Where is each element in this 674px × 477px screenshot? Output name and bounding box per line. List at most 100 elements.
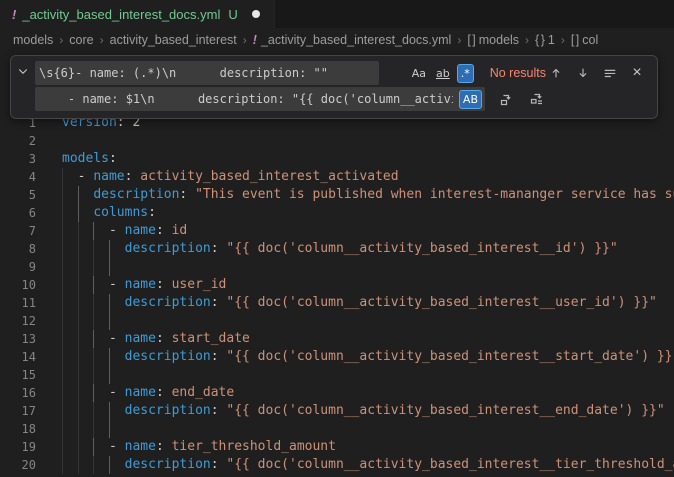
token-punct: :: [156, 223, 172, 238]
replace-all-button[interactable]: [527, 89, 547, 109]
symbol-kind-icon: [ ]: [571, 33, 578, 47]
replace-input-wrap: AB: [35, 87, 485, 111]
whole-word-toggle[interactable]: ab: [433, 65, 453, 82]
token-key: name: [125, 331, 156, 346]
breadcrumb-item[interactable]: { }1: [535, 33, 555, 47]
breadcrumb-label: 1: [548, 33, 555, 47]
line-content[interactable]: description: "{{ doc('column__activity_b…: [36, 402, 674, 420]
line-content[interactable]: - name: end_date: [36, 384, 674, 402]
line-number: 4: [0, 168, 36, 186]
line-number: 6: [0, 204, 36, 222]
breadcrumb-item[interactable]: activity_based_interest: [110, 33, 237, 47]
indent-guide: [62, 420, 63, 438]
unsaved-dot-icon[interactable]: [252, 10, 260, 18]
indent-guide: [109, 402, 110, 420]
indent-guide: [62, 402, 63, 420]
code-line[interactable]: 8 description: "{{ doc('column__activity…: [0, 240, 674, 258]
line-content[interactable]: description: "This event is published wh…: [36, 186, 674, 204]
line-content[interactable]: [36, 312, 674, 330]
code-line[interactable]: 3models:: [0, 150, 674, 168]
token-str: "{{ doc('column__activity_based_interest…: [226, 349, 674, 364]
find-input-wrap: [35, 61, 379, 85]
find-nav-buttons: ×: [546, 63, 647, 83]
line-content[interactable]: [36, 420, 674, 438]
replace-icon: [499, 91, 515, 107]
line-content[interactable]: - name: id: [36, 222, 674, 240]
error-indicator: !: [253, 33, 257, 47]
line-content[interactable]: - name: start_date: [36, 330, 674, 348]
line-number: 3: [0, 150, 36, 168]
code-line[interactable]: 20 description: "{{ doc('column__activit…: [0, 456, 674, 474]
indent-guide: [78, 186, 79, 204]
tab-activity-based-interest-docs[interactable]: ! _activity_based_interest_docs.yml U: [0, 0, 275, 28]
breadcrumb-item[interactable]: [ ]models: [467, 33, 519, 47]
token-key: description: [93, 187, 179, 202]
breadcrumb-label: models: [479, 33, 519, 47]
replace-input[interactable]: [35, 87, 457, 111]
breadcrumb-item[interactable]: [ ] col: [571, 33, 598, 47]
token-punct: -: [62, 169, 93, 184]
indent-guide: [62, 240, 63, 258]
code-line[interactable]: 15: [0, 366, 674, 384]
line-content[interactable]: description: "{{ doc('column__activity_b…: [36, 294, 674, 312]
close-find-button[interactable]: ×: [627, 63, 647, 83]
replace-button[interactable]: [497, 89, 517, 109]
breadcrumb-item[interactable]: !_activity_based_interest_docs.yml: [253, 33, 452, 47]
token-punct: :: [109, 151, 117, 166]
code-line[interactable]: 5 description: "This event is published …: [0, 186, 674, 204]
find-in-selection-button[interactable]: [600, 63, 620, 83]
token-str: "This event is published when interest-m…: [195, 187, 674, 202]
code-line[interactable]: 14 description: "{{ doc('column__activit…: [0, 348, 674, 366]
breadcrumb-item[interactable]: core: [69, 33, 93, 47]
breadcrumb-separator: ›: [525, 33, 529, 47]
indent-guide: [62, 384, 63, 402]
match-case-toggle[interactable]: Aa: [409, 65, 429, 82]
code-line[interactable]: 13 - name: start_date: [0, 330, 674, 348]
previous-match-button[interactable]: [546, 63, 566, 83]
find-input[interactable]: [35, 61, 379, 85]
code-line[interactable]: 10 - name: user_id: [0, 276, 674, 294]
arrow-up-icon: [549, 66, 563, 80]
breadcrumb-item[interactable]: models: [13, 33, 53, 47]
preserve-case-toggle[interactable]: AB: [459, 90, 482, 109]
indent-guide: [109, 456, 110, 474]
line-content[interactable]: columns:: [36, 204, 674, 222]
code-line[interactable]: 17 description: "{{ doc('column__activit…: [0, 402, 674, 420]
regex-toggle[interactable]: .*: [457, 64, 474, 83]
indent-guide: [62, 294, 63, 312]
code-line[interactable]: 12: [0, 312, 674, 330]
line-content[interactable]: - name: activity_based_interest_activate…: [36, 168, 674, 186]
code-line[interactable]: 19 - name: tier_threshold_amount: [0, 438, 674, 456]
indent-guide: [62, 366, 63, 384]
line-content[interactable]: - name: user_id: [36, 276, 674, 294]
replace-row: AB: [11, 86, 647, 112]
indent-guide: [109, 312, 110, 330]
line-content[interactable]: models:: [36, 150, 674, 168]
editor-pane[interactable]: Aa ab .* No results: [0, 52, 674, 477]
indent-guide: [93, 420, 94, 438]
code-line[interactable]: 11 description: "{{ doc('column__activit…: [0, 294, 674, 312]
replace-row-spacer: [11, 86, 35, 112]
line-content[interactable]: description: "{{ doc('column__activity_b…: [36, 240, 674, 258]
code-line[interactable]: 7 - name: id: [0, 222, 674, 240]
line-content[interactable]: - name: tier_threshold_amount: [36, 438, 674, 456]
find-replace-widget: Aa ab .* No results: [10, 55, 658, 119]
code-line[interactable]: 6 columns:: [0, 204, 674, 222]
indent-guide: [78, 258, 79, 276]
indent-guide: [78, 276, 79, 294]
breadcrumb-label: col: [582, 33, 598, 47]
line-content[interactable]: [36, 258, 674, 276]
line-content[interactable]: description: "{{ doc('column__activity_b…: [36, 348, 674, 366]
line-content[interactable]: [36, 366, 674, 384]
indent-guide: [109, 348, 110, 366]
code-line[interactable]: 18: [0, 420, 674, 438]
next-match-button[interactable]: [573, 63, 593, 83]
code-line[interactable]: 2: [0, 132, 674, 150]
code-line[interactable]: 4 - name: activity_based_interest_activa…: [0, 168, 674, 186]
line-content[interactable]: description: "{{ doc('column__activity_b…: [36, 456, 674, 474]
toggle-replace-button[interactable]: [11, 60, 35, 86]
line-content[interactable]: [36, 132, 674, 150]
breadcrumb-separator: ›: [59, 33, 63, 47]
code-line[interactable]: 9: [0, 258, 674, 276]
code-line[interactable]: 16 - name: end_date: [0, 384, 674, 402]
